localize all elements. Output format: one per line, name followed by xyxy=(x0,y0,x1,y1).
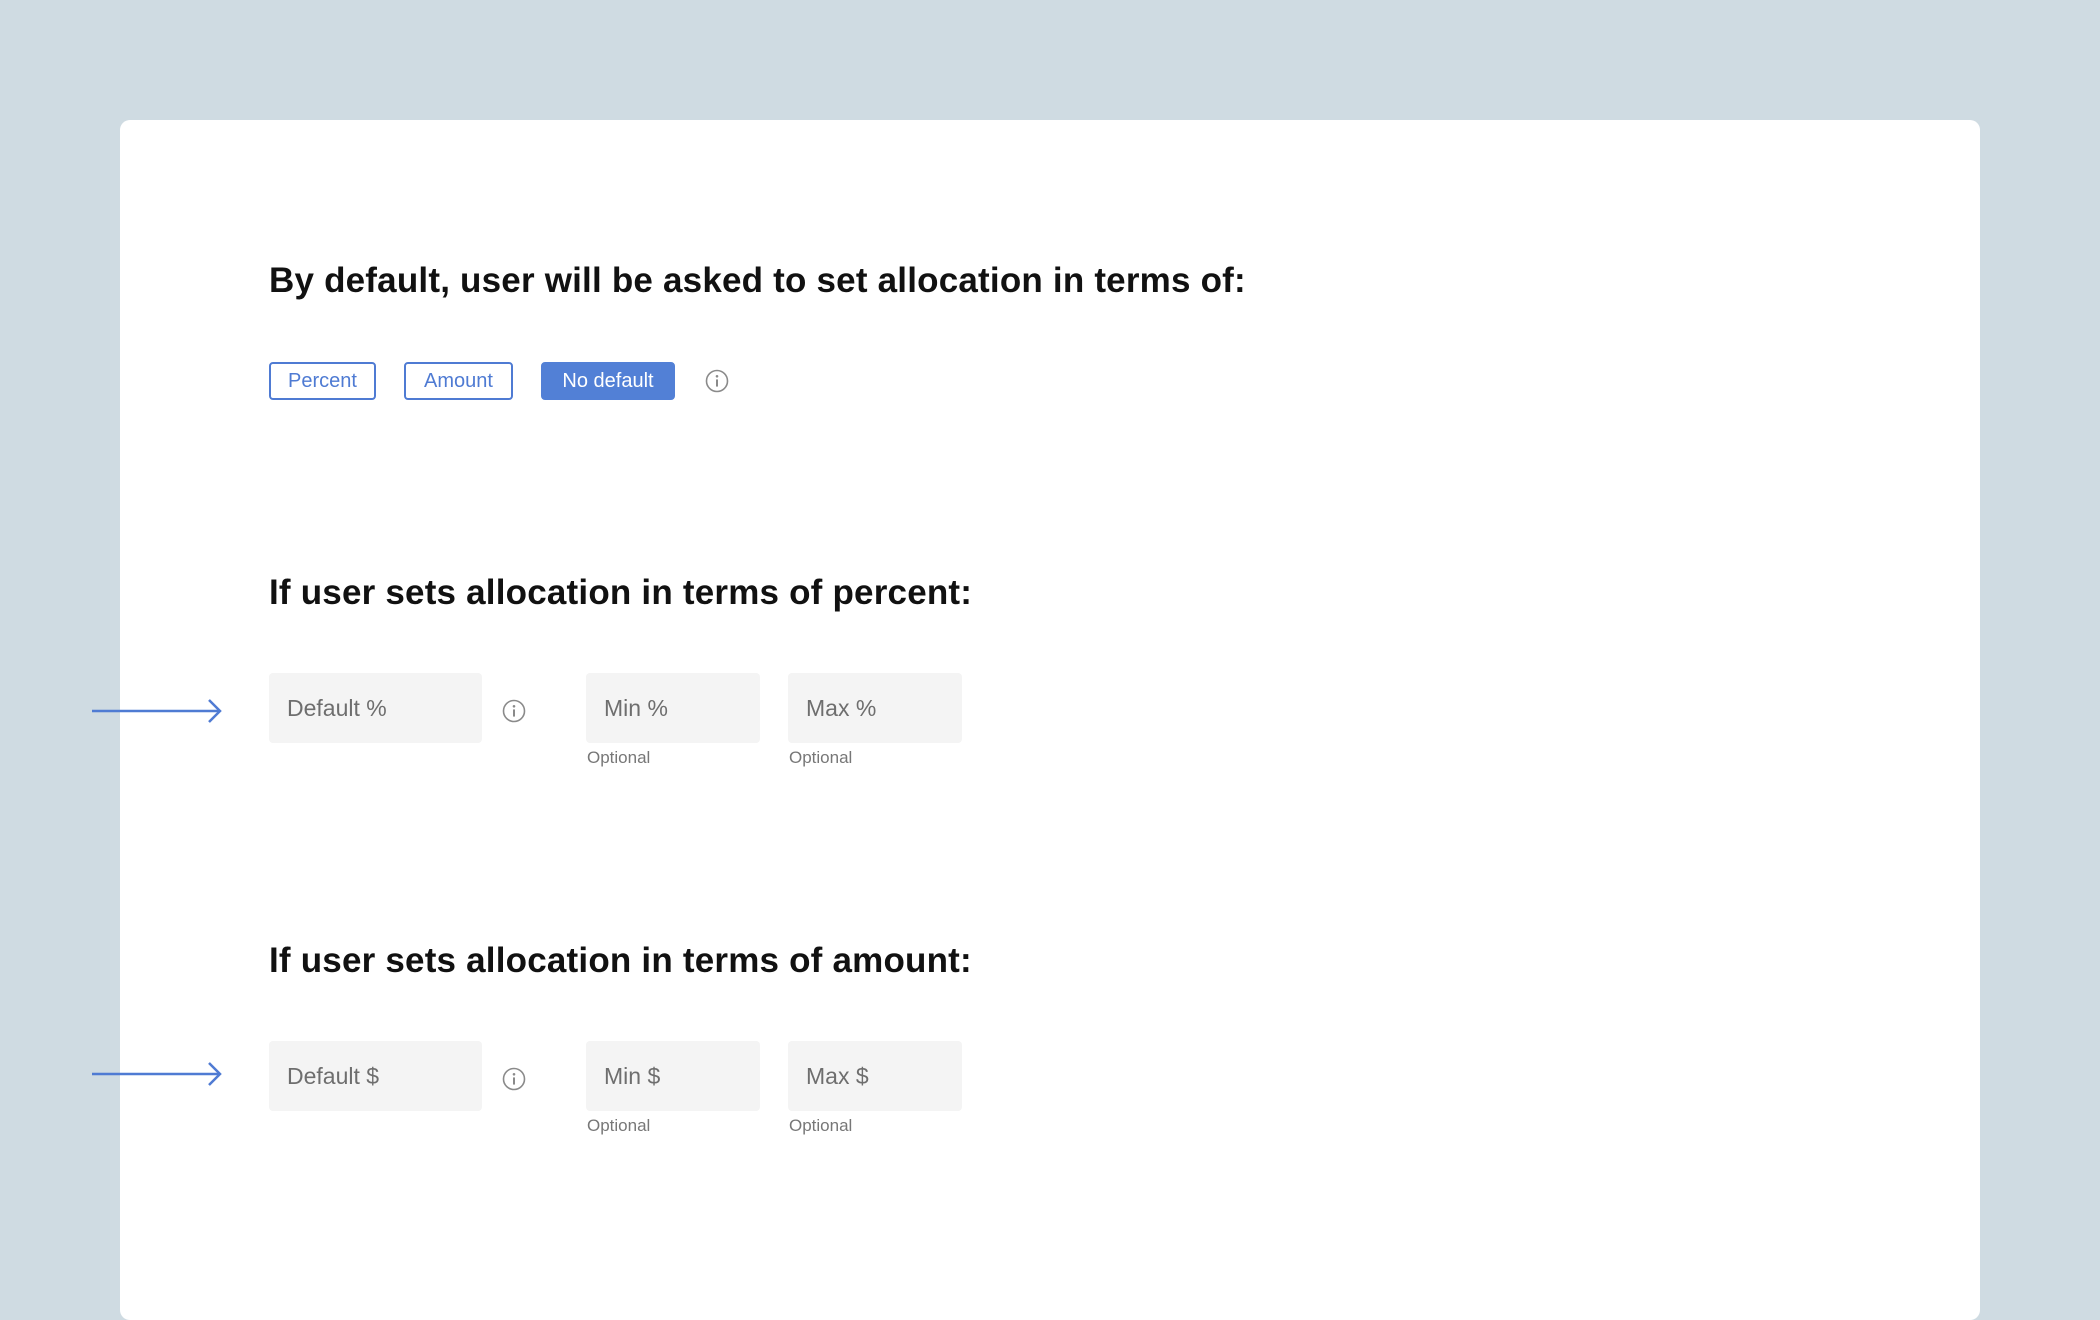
min-amount-optional-hint: Optional xyxy=(587,1116,651,1135)
arrow-right-icon xyxy=(92,696,224,726)
percent-toggle-button[interactable]: Percent xyxy=(269,362,376,400)
arrow-right-icon xyxy=(92,1059,224,1089)
min-amount-input[interactable] xyxy=(586,1041,760,1111)
min-percent-input[interactable] xyxy=(586,673,760,743)
max-amount-input[interactable] xyxy=(788,1041,962,1111)
no-default-toggle-button[interactable]: No default xyxy=(541,362,675,400)
percent-section-heading: If user sets allocation in terms of perc… xyxy=(269,573,973,612)
info-circle-icon[interactable] xyxy=(705,369,729,393)
info-circle-icon[interactable] xyxy=(502,1067,526,1091)
amount-section-heading: If user sets allocation in terms of amou… xyxy=(269,941,972,980)
min-percent-optional-hint: Optional xyxy=(587,748,651,767)
default-amount-input[interactable] xyxy=(269,1041,482,1111)
max-percent-input[interactable] xyxy=(788,673,962,743)
amount-toggle-button[interactable]: Amount xyxy=(404,362,513,400)
info-circle-icon[interactable] xyxy=(502,699,526,723)
default-percent-input[interactable] xyxy=(269,673,482,743)
max-percent-optional-hint: Optional xyxy=(789,748,853,767)
max-amount-optional-hint: Optional xyxy=(789,1116,853,1135)
default-mode-heading: By default, user will be asked to set al… xyxy=(269,261,1246,300)
